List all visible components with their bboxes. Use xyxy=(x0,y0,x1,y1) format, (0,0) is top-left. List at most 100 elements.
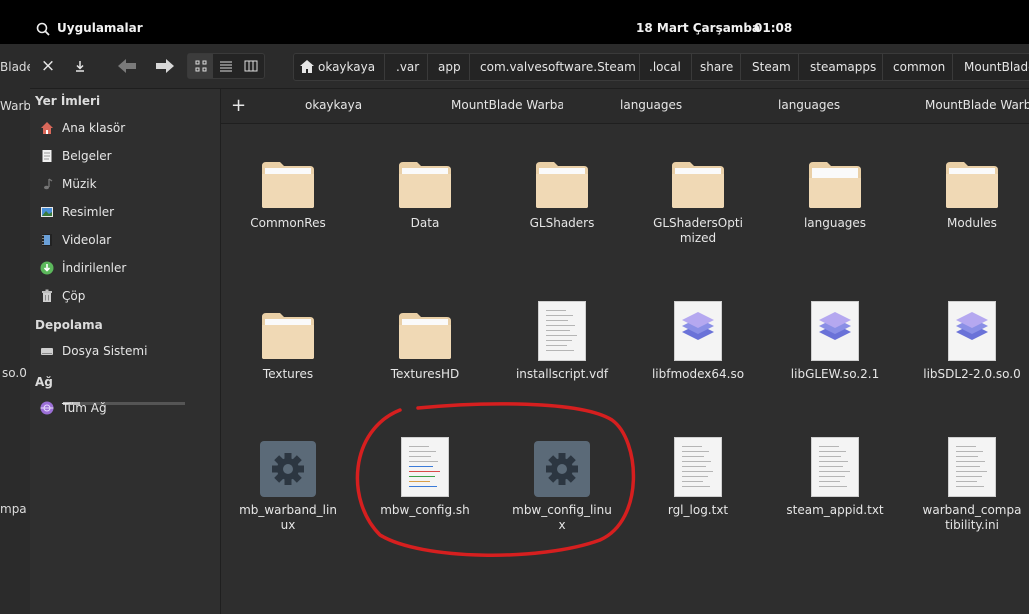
sidebar-item-label: Tüm Ağ xyxy=(62,401,107,415)
background-text: so.0 xyxy=(2,366,27,380)
sidebar-item-trash[interactable]: Çöp xyxy=(40,286,85,306)
breadcrumb-item[interactable]: okaykaya xyxy=(318,60,375,74)
text-file-icon xyxy=(811,437,859,497)
download-button[interactable] xyxy=(72,55,88,77)
places-header: Yer İmleri xyxy=(35,94,101,108)
breadcrumb: okaykaya .var app com.valvesoftware.Stea… xyxy=(293,53,1029,81)
breadcrumb-item[interactable]: com.valvesoftware.Steam xyxy=(480,60,636,74)
sidebar: Yer İmleri Ana klasör Belgeler Müzik Res… xyxy=(30,89,221,614)
file-name: GLShadersOpti mized xyxy=(653,216,743,245)
file-item[interactable]: Data xyxy=(360,148,490,231)
file-item[interactable]: installscript.vdf xyxy=(497,299,627,382)
background-text: Warba xyxy=(0,99,30,113)
file-item[interactable]: steam_appid.txt xyxy=(770,435,900,518)
breadcrumb-item[interactable]: share xyxy=(700,60,733,74)
file-item[interactable]: TexturesHD xyxy=(360,299,490,382)
sidebar-item-label: Resimler xyxy=(62,205,115,219)
breadcrumb-item[interactable]: Steam xyxy=(752,60,791,74)
breadcrumb-item[interactable]: steamapps xyxy=(810,60,876,74)
forward-button[interactable] xyxy=(154,55,176,77)
home-icon xyxy=(41,122,53,134)
icon-view-button[interactable] xyxy=(188,54,213,78)
folder-icon xyxy=(397,160,453,210)
text-file-icon xyxy=(538,301,586,361)
column-view-button[interactable] xyxy=(238,54,263,78)
grid-icon xyxy=(195,60,206,72)
sidebar-item-pictures[interactable]: Resimler xyxy=(40,202,114,222)
tab[interactable]: languages xyxy=(620,98,720,112)
sidebar-item-label: Dosya Sistemi xyxy=(62,344,148,358)
sidebar-item-label: Belgeler xyxy=(62,149,112,163)
sidebar-item-network[interactable]: Tüm Ağ xyxy=(40,398,107,418)
text-file-icon xyxy=(401,437,449,497)
back-button[interactable] xyxy=(116,55,138,77)
sidebar-item-filesystem[interactable]: Dosya Sistemi xyxy=(40,341,147,361)
file-item[interactable]: mbw_config.sh xyxy=(360,435,490,518)
file-item[interactable]: warband_compa tibility.ini xyxy=(907,435,1029,533)
file-item[interactable]: mb_warband_lin ux xyxy=(223,435,353,533)
tab[interactable]: MountBlade Warba xyxy=(925,98,1029,112)
sidebar-item-videos[interactable]: Videolar xyxy=(40,230,111,250)
tab[interactable]: languages xyxy=(778,98,878,112)
search-icon[interactable] xyxy=(36,22,50,36)
file-name: libfmodex64.so xyxy=(651,367,745,381)
sidebar-item-label: Müzik xyxy=(62,177,97,191)
breadcrumb-item[interactable]: app xyxy=(438,60,461,74)
file-name: Textures xyxy=(262,367,314,381)
tab[interactable]: okaykaya xyxy=(305,98,425,112)
close-button[interactable]: × xyxy=(40,55,56,77)
file-name: languages xyxy=(803,216,867,230)
file-item[interactable]: CommonRes xyxy=(223,148,353,231)
file-item[interactable]: GLShaders xyxy=(497,148,627,231)
breadcrumb-item[interactable]: MountBlade xyxy=(964,60,1029,74)
library-file-icon xyxy=(948,301,996,361)
file-item[interactable]: libSDL2-2.0.so.0 xyxy=(907,299,1029,382)
file-item[interactable]: libfmodex64.so xyxy=(633,299,763,382)
home-icon[interactable] xyxy=(300,60,314,73)
sidebar-item-home[interactable]: Ana klasör xyxy=(40,118,125,138)
file-item[interactable]: Modules xyxy=(907,148,1029,231)
sidebar-item-documents[interactable]: Belgeler xyxy=(40,146,112,166)
file-item[interactable]: rgl_log.txt xyxy=(633,435,763,518)
tab-bar: + okaykaya MountBlade Warbar languages l… xyxy=(221,89,1029,124)
gear-icon xyxy=(260,441,316,497)
file-name: warband_compa tibility.ini xyxy=(922,503,1022,532)
drive-icon xyxy=(41,348,53,355)
file-item[interactable]: GLShadersOpti mized xyxy=(633,148,763,246)
sidebar-item-label: Ana klasör xyxy=(62,121,126,135)
folder-icon xyxy=(534,160,590,210)
file-item[interactable]: libGLEW.so.2.1 xyxy=(770,299,900,382)
download-icon xyxy=(76,61,84,72)
file-name: mbw_config_linu x xyxy=(512,503,612,532)
list-view-button[interactable] xyxy=(213,54,238,78)
list-icon xyxy=(219,61,232,72)
breadcrumb-item[interactable]: common xyxy=(893,60,945,74)
date-label[interactable]: 18 Mart Çarşamba xyxy=(636,21,760,35)
network-header: Ağ xyxy=(35,375,53,389)
sidebar-item-music[interactable]: Müzik xyxy=(40,174,97,194)
file-name: TexturesHD xyxy=(390,367,460,381)
file-manager-window: × okaykaya .var app com.valvesoftware.St… xyxy=(30,44,1029,614)
sidebar-item-label: Çöp xyxy=(62,289,86,303)
library-file-icon xyxy=(674,301,722,361)
file-item[interactable]: Textures xyxy=(223,299,353,382)
applications-menu[interactable]: Uygulamalar xyxy=(57,21,143,35)
sidebar-item-downloads[interactable]: İndirilenler xyxy=(40,258,126,278)
text-file-icon xyxy=(948,437,996,497)
columns-icon xyxy=(244,60,257,72)
new-tab-button[interactable]: + xyxy=(231,95,246,116)
sidebar-item-label: İndirilenler xyxy=(62,261,127,275)
tab[interactable]: MountBlade Warbar xyxy=(451,98,563,112)
file-name: rgl_log.txt xyxy=(667,503,729,517)
file-name: libGLEW.so.2.1 xyxy=(790,367,880,381)
file-name: installscript.vdf xyxy=(515,367,609,381)
clock[interactable]: 01:08 xyxy=(754,21,792,35)
file-item[interactable]: languages xyxy=(770,148,900,231)
breadcrumb-item[interactable]: .local xyxy=(649,60,681,74)
folder-icon xyxy=(397,311,453,361)
file-item[interactable]: mbw_config_linu x xyxy=(497,435,627,533)
background-window: Blade Warba so.0 mpa xyxy=(0,44,30,614)
breadcrumb-item[interactable]: .var xyxy=(396,60,419,74)
download-icon xyxy=(40,261,54,275)
pictures-icon xyxy=(41,207,53,217)
